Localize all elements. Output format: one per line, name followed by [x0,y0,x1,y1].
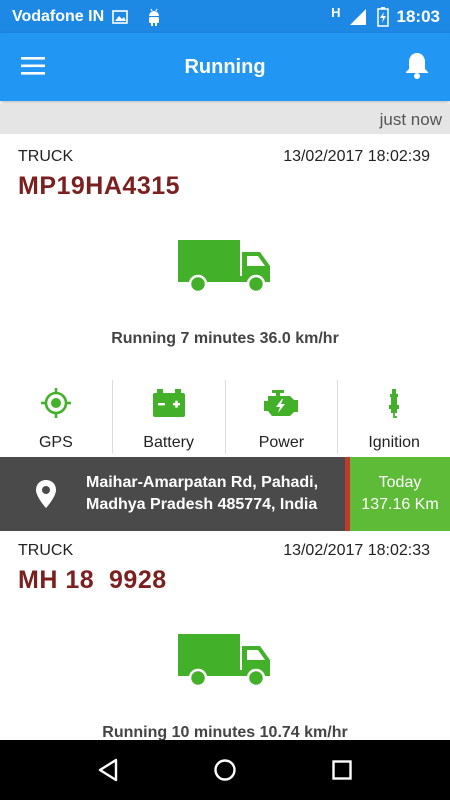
address-line-1: Maihar-Amarpatan Rd, Pahadi, [86,474,319,491]
menu-button[interactable] [20,55,48,79]
vehicle-type: TRUCK [18,542,74,559]
bell-icon [406,53,428,79]
clock: 18:03 [396,6,440,26]
indicator-label: Ignition [368,434,420,451]
today-distance-value: 137.16 Km [361,496,439,513]
indicator-power: Power [224,380,338,454]
vehicle-plate: MH 18 9928 [18,566,167,594]
indicator-row: GPS Battery Power Ignition [0,380,450,454]
engine-icon [264,390,299,416]
last-updated-label: just now [379,110,442,129]
notifications-button[interactable] [404,51,432,81]
location-bar[interactable]: Maihar-Amarpatan Rd, Pahadi, Madhya Prad… [0,457,450,531]
battery-status-icon [376,6,389,27]
address-text: Maihar-Amarpatan Rd, Pahadi, Madhya Prad… [86,472,336,516]
today-distance[interactable]: Today 137.16 Km [350,457,450,531]
back-button[interactable] [93,755,123,785]
vehicle-timestamp: 13/02/2017 18:02:39 [283,148,430,165]
location-pin-icon [36,480,56,508]
home-circle-icon [214,759,236,781]
spark-plug-icon [389,389,400,418]
battery-icon [152,389,185,417]
truck-icon [178,634,270,688]
truck-icon [178,240,270,294]
vehicle-timestamp: 13/02/2017 18:02:33 [283,542,430,559]
android-icon [146,8,162,26]
gps-icon [40,388,71,418]
carrier-name: Vodafone IN [12,7,105,25]
indicator-battery: Battery [111,380,225,454]
home-button[interactable] [210,755,240,785]
running-status: Running 7 minutes 36.0 km/hr [111,330,339,347]
hamburger-menu-icon [21,57,45,75]
address-line-2: Madhya Pradesh 485774, India [86,496,318,513]
indicator-label: GPS [38,434,73,451]
app-bar: Running [0,33,450,101]
vehicle-card[interactable]: TRUCK 13/02/2017 18:02:39 MP19HA4315 Run… [0,134,450,457]
network-type: H [331,5,341,20]
recents-square-icon [331,760,352,780]
vehicle-card[interactable]: TRUCK 13/02/2017 18:02:33 MH 18 9928 Run… [0,528,450,740]
indicator-gps: GPS [0,380,112,454]
status-bar: Vodafone IN H 18:03 [0,0,450,33]
signal-icon [349,8,367,26]
vehicle-type: TRUCK [18,148,74,165]
back-triangle-icon [99,758,118,782]
indicator-label: Battery [143,434,194,451]
indicator-ignition: Ignition [337,380,450,454]
last-updated-strip: just now [0,104,450,134]
address-box[interactable]: Maihar-Amarpatan Rd, Pahadi, Madhya Prad… [0,457,345,531]
page-title: Running [184,55,266,78]
vehicle-plate: MP19HA4315 [18,172,181,200]
system-nav-bar [0,740,450,800]
running-status: Running 10 minutes 10.74 km/hr [102,724,348,740]
image-notification-icon [112,9,128,24]
today-distance-label: Today [378,474,422,491]
recents-button[interactable] [327,755,357,785]
indicator-label: Power [258,434,305,451]
